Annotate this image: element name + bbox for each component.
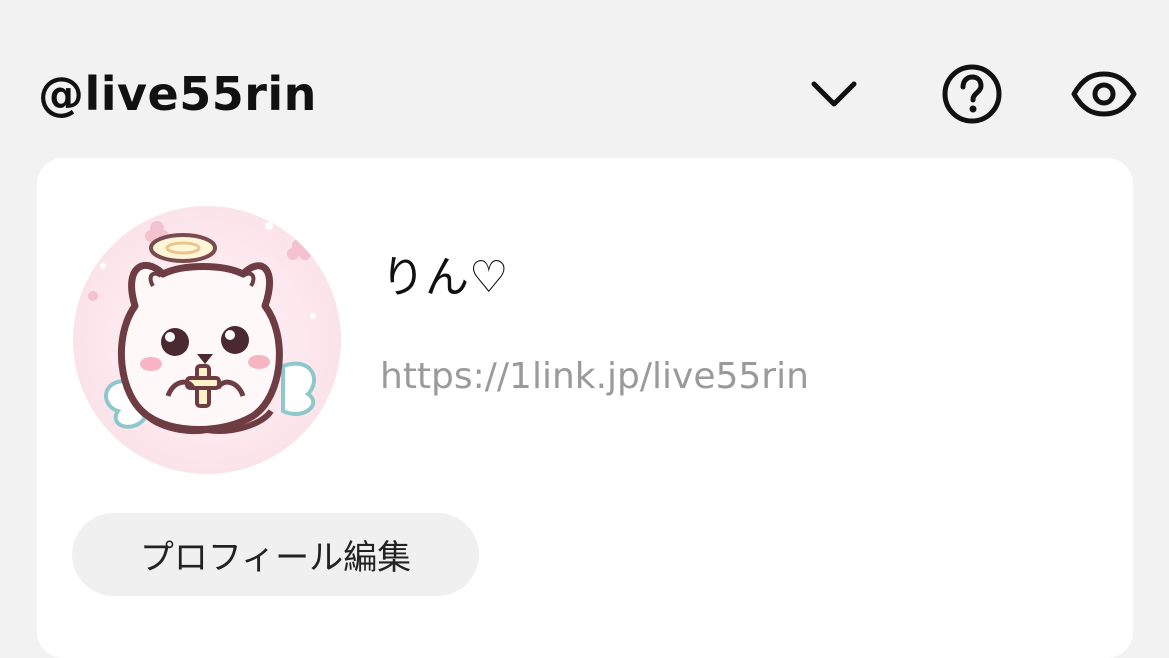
account-handle[interactable]: @live55rin [38, 66, 317, 122]
profile-url-link[interactable]: https://1link.jp/live55rin [380, 354, 809, 400]
help-circle-icon [942, 64, 1002, 124]
avatar[interactable] [73, 206, 341, 474]
angel-bunny-avatar [88, 221, 316, 434]
chevron-down-icon [811, 81, 857, 107]
display-name: りん♡ [381, 252, 509, 303]
edit-profile-button[interactable]: プロフィール編集 [72, 513, 479, 596]
help-button[interactable] [938, 62, 1006, 126]
app-header: @live55rin [0, 0, 1169, 158]
profile-card: りん♡ https://1link.jp/live55rin プロフィール編集 [37, 158, 1133, 658]
eye-icon [1071, 71, 1137, 117]
preview-button[interactable] [1070, 62, 1138, 126]
account-switch-button[interactable] [800, 62, 868, 126]
